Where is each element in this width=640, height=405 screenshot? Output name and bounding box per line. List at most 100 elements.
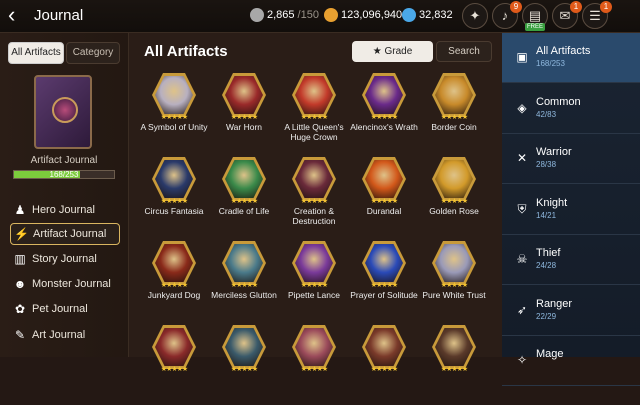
- category-all-artifacts[interactable]: ▣ All Artifacts 168/253: [502, 33, 640, 83]
- tab-category[interactable]: Category: [66, 42, 120, 64]
- artifact-name: Alencinox's Wrath: [350, 122, 418, 132]
- left-panel: All Artifacts Category Artifact Journal …: [0, 33, 128, 357]
- nav-pet-journal[interactable]: ✿ Pet Journal: [10, 298, 120, 320]
- ranger-icon: ➶: [516, 302, 528, 317]
- nav-hero-journal[interactable]: ♟ Hero Journal: [10, 199, 120, 221]
- bell-icon[interactable]: ♪ 9: [492, 1, 522, 29]
- category-warrior[interactable]: ✕ Warrior 28/38: [502, 134, 640, 184]
- star-rating: ★★★★★: [440, 114, 468, 121]
- star-rating: ★★★★★: [230, 114, 258, 121]
- artifact-card[interactable]: ★★★★★: [207, 323, 277, 405]
- artifact-icon: [432, 157, 476, 201]
- all-icon: ▣: [516, 50, 528, 64]
- category-common[interactable]: ◈ Common 42/83: [502, 84, 640, 134]
- artifact-name: War Horn: [225, 122, 263, 132]
- star-rating: ★★★★★: [300, 114, 328, 121]
- grade-sort-button[interactable]: ★ Grade: [352, 41, 433, 62]
- artifact-card[interactable]: ★★★★★ A Little Queen's Huge Crown: [277, 71, 347, 153]
- star-rating: ★★★★★: [370, 366, 398, 373]
- artifact-icon: [292, 241, 336, 285]
- star-rating: ★★★★★: [300, 198, 328, 205]
- artifact-card[interactable]: ★★★★★ Junkyard Dog: [137, 239, 207, 321]
- page-title: Journal: [34, 7, 84, 24]
- shop-icon[interactable]: ▤ FREE: [522, 3, 548, 31]
- artifact-name: A Symbol of Unity: [140, 122, 208, 132]
- artifact-name: Creation & Destruction: [292, 206, 336, 226]
- artifact-journal-book: [34, 75, 92, 149]
- artifact-card[interactable]: ★★★★★ Circus Fantasia: [137, 155, 207, 237]
- artifact-icon: [152, 241, 196, 285]
- star-rating: ★★★★★: [160, 366, 188, 373]
- artifact-name: Circus Fantasia: [144, 206, 204, 216]
- artifact-card[interactable]: ★★★★★ Pure White Trust: [417, 239, 487, 321]
- artifact-icon: [222, 241, 266, 285]
- monster-icon: ☻: [13, 277, 27, 291]
- artifact-icon: [152, 325, 196, 369]
- artifact-icon: [432, 325, 476, 369]
- person-icon: ♟: [14, 203, 26, 217]
- star-rating: ★★★★★: [300, 282, 328, 289]
- artifact-card[interactable]: ★★★★★ Cradle of Life: [207, 155, 277, 237]
- artifact-name: Pipette Lance: [288, 290, 340, 300]
- star-rating: ★★★★★: [160, 198, 188, 205]
- back-icon[interactable]: ‹: [8, 4, 28, 28]
- artifact-icon: [292, 325, 336, 369]
- artifact-icon: [292, 73, 336, 117]
- artifact-icon: [222, 325, 266, 369]
- artifact-icon: [362, 325, 406, 369]
- artifact-icon: [362, 241, 406, 285]
- artifact-card[interactable]: ★★★★★ Creation & Destruction: [277, 155, 347, 237]
- artifact-card[interactable]: ★★★★★: [137, 323, 207, 405]
- list-title: All Artifacts: [144, 43, 228, 60]
- artifact-card[interactable]: ★★★★★: [347, 323, 417, 405]
- gold-display: 123,096,940: [324, 8, 402, 22]
- artifact-card[interactable]: ★★★★★ A Symbol of Unity: [137, 71, 208, 153]
- stamina-display: 2,865/150: [250, 8, 319, 22]
- category-ranger[interactable]: ➶ Ranger 22/29: [502, 286, 640, 336]
- nav-story-journal[interactable]: ▥ Story Journal: [10, 248, 120, 270]
- journal-label: Artifact Journal: [30, 155, 98, 166]
- stamina-icon: [250, 8, 264, 22]
- artifact-name: Pure White Trust: [422, 290, 486, 300]
- artifact-icon: [152, 157, 196, 201]
- category-mage[interactable]: ✧ Mage: [502, 336, 640, 386]
- common-icon: ◈: [517, 100, 527, 115]
- artifact-icon: [152, 73, 196, 117]
- artifact-name: Golden Rose: [429, 206, 479, 216]
- artifact-icon: [432, 241, 476, 285]
- artifact-icon: [432, 73, 476, 117]
- nav-monster-journal[interactable]: ☻ Monster Journal: [10, 273, 120, 295]
- artifact-card[interactable]: ★★★★★ Pipette Lance: [277, 239, 347, 321]
- artifact-card[interactable]: ★★★★★ Merciless Glutton: [207, 239, 277, 321]
- artifact-card[interactable]: ★★★★★ Golden Rose: [417, 155, 487, 237]
- search-button[interactable]: Search: [436, 41, 492, 62]
- crystal-display: 32,832: [402, 8, 453, 22]
- mail-icon[interactable]: ✉ 1: [552, 1, 582, 29]
- artifact-icon: [362, 73, 406, 117]
- tab-all-artifacts[interactable]: All Artifacts: [8, 42, 64, 64]
- artifact-card[interactable]: ★★★★★ Prayer of Solitude: [347, 239, 418, 321]
- artifact-card[interactable]: ★★★★★: [277, 323, 347, 405]
- category-knight[interactable]: ⛨ Knight 14/21: [502, 185, 640, 235]
- star-rating: ★★★★★: [230, 282, 258, 289]
- paw-icon: ✿: [14, 302, 26, 316]
- artifact-name: A Little Queen's Huge Crown: [284, 122, 344, 142]
- star-rating: ★★★★★: [300, 366, 328, 373]
- menu-icon[interactable]: ☰ 1: [582, 1, 612, 29]
- category-thief[interactable]: ☠ Thief 24/28: [502, 235, 640, 285]
- warrior-icon: ✕: [516, 151, 528, 165]
- star-rating: ★★★★★: [160, 114, 188, 121]
- nav-art-journal[interactable]: ✎ Art Journal: [10, 324, 120, 346]
- star-rating: ★★★★★: [370, 282, 398, 289]
- artifact-card[interactable]: ★★★★★: [417, 323, 487, 405]
- gold-icon: [324, 8, 338, 22]
- journal-progress-bar: 168/253: [13, 170, 115, 179]
- artifact-icon: [292, 157, 336, 201]
- artifact-card[interactable]: ★★★★★ Border Coin: [417, 71, 487, 153]
- event-icon[interactable]: ✦: [462, 3, 488, 29]
- artifact-card[interactable]: ★★★★★ Durandal: [347, 155, 417, 237]
- artifact-card[interactable]: ★★★★★ War Horn: [207, 71, 277, 153]
- artifact-grid: ★★★★★ A Symbol of Unity ★★★★★ War Horn ★★★★★…: [137, 71, 497, 373]
- nav-artifact-journal[interactable]: ⚡ Artifact Journal: [10, 223, 120, 245]
- artifact-card[interactable]: ★★★★★ Alencinox's Wrath: [347, 71, 418, 153]
